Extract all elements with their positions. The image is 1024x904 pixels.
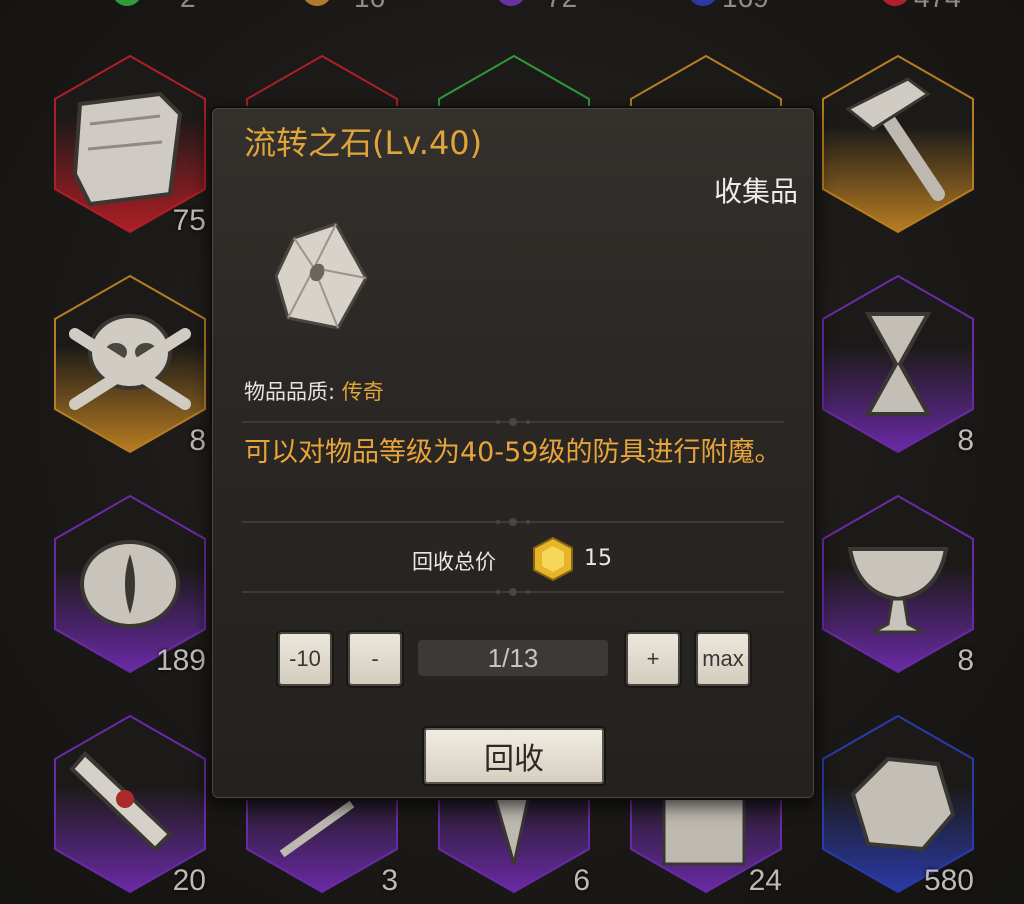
item-count: 8 bbox=[957, 644, 974, 677]
stone-rune-icon bbox=[274, 222, 368, 330]
max-button[interactable]: max bbox=[696, 632, 750, 686]
top-slot-1[interactable] bbox=[112, 0, 142, 6]
divider bbox=[242, 418, 784, 426]
top-count-3: 72 bbox=[546, 0, 577, 14]
item-category: 收集品 bbox=[713, 175, 798, 208]
quality-label: 物品品质: bbox=[244, 380, 342, 404]
divider bbox=[242, 518, 784, 526]
item-count: 24 bbox=[748, 864, 782, 897]
item-count: 8 bbox=[957, 424, 974, 457]
quantity-display: 1/13 bbox=[418, 640, 608, 676]
plus-button[interactable]: + bbox=[626, 632, 680, 686]
top-slot-4[interactable] bbox=[688, 0, 718, 6]
item-count: 189 bbox=[155, 644, 206, 677]
top-count-5: 474 bbox=[914, 0, 961, 14]
top-slot-5[interactable] bbox=[880, 0, 910, 6]
minus-button[interactable]: - bbox=[348, 632, 402, 686]
item-detail-dialog: 流转之石(Lv.40) 收集品 物品品质: 传奇 可以对物品等级为40-59级的… bbox=[210, 106, 816, 800]
item-count: 580 bbox=[923, 864, 974, 897]
item-count: 20 bbox=[172, 864, 206, 897]
inventory-slot-goblet[interactable]: 8 bbox=[818, 494, 978, 677]
recycle-button[interactable]: 回收 bbox=[424, 728, 604, 784]
top-count-4: 169 bbox=[722, 0, 769, 14]
top-slot-3[interactable] bbox=[496, 0, 526, 6]
recycle-price-row: 回收总价 15 bbox=[212, 536, 814, 582]
price-label: 回收总价 bbox=[412, 550, 496, 574]
inventory-slot-sealed-scroll[interactable]: 20 bbox=[50, 714, 210, 897]
quality-value: 传奇 bbox=[341, 380, 384, 404]
inventory-slot-hammer[interactable] bbox=[818, 54, 978, 234]
inventory-slot-ore[interactable]: 580 bbox=[818, 714, 978, 897]
item-count: 8 bbox=[189, 424, 206, 457]
divider bbox=[242, 588, 784, 596]
minus-10-button[interactable]: -10 bbox=[278, 632, 332, 686]
inventory-slot-hourglass[interactable]: 8 bbox=[818, 274, 978, 457]
top-slot-2[interactable] bbox=[302, 0, 332, 6]
item-quality: 物品品质: 传奇 bbox=[244, 376, 384, 406]
item-description: 可以对物品等级为40-59级的防具进行附魔。 bbox=[244, 437, 782, 468]
top-count-2: 16 bbox=[354, 0, 385, 14]
item-count: 6 bbox=[573, 864, 590, 897]
inventory-slot-skull[interactable]: 8 bbox=[50, 274, 210, 457]
item-title: 流转之石(Lv.40) bbox=[244, 124, 483, 162]
item-count: 75 bbox=[172, 204, 206, 237]
inventory-slot-scroll-map[interactable]: 75 bbox=[50, 54, 210, 237]
price-value: 15 bbox=[584, 546, 612, 571]
item-count: 3 bbox=[381, 864, 398, 897]
gold-gem-icon bbox=[533, 536, 573, 582]
top-count-1: 2 bbox=[180, 0, 196, 14]
inventory-slot-dragon-eye[interactable]: 189 bbox=[50, 494, 210, 677]
